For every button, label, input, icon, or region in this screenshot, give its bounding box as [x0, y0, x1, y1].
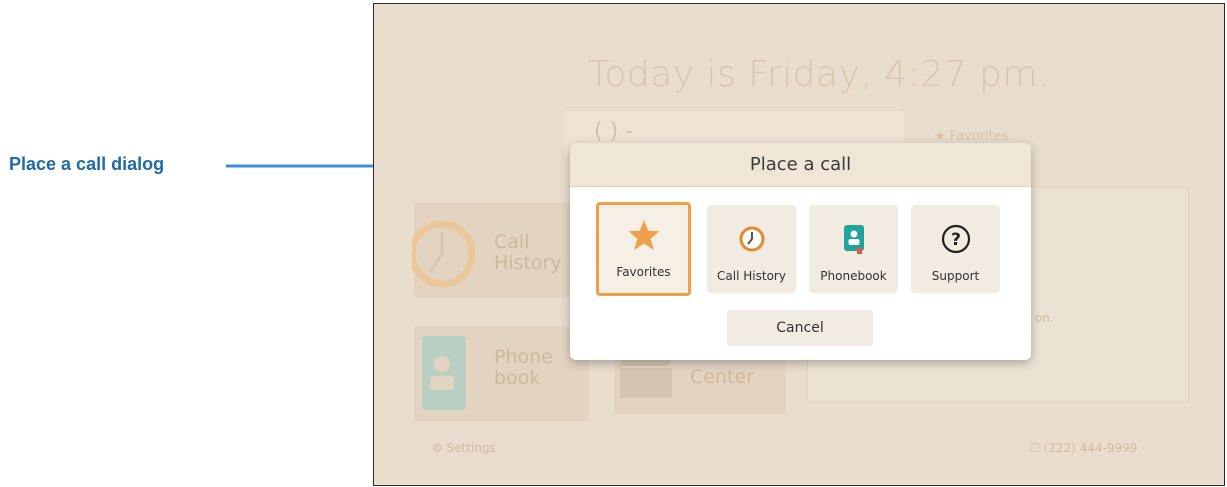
dialog-header: Place a call: [570, 143, 1031, 187]
film-icon: [620, 356, 672, 398]
annotation-label: Place a call dialog: [9, 154, 165, 174]
greeting-text: Today is Friday, 4:27 pm.: [588, 54, 1050, 95]
phonebook-bg-icon: [422, 336, 466, 410]
clock-icon: [412, 220, 476, 288]
call-history-tile-label: Call History: [494, 231, 562, 274]
phonebook-tile-label: Phone book: [494, 346, 553, 389]
favorites-label: Favorites: [616, 265, 671, 279]
favorites-button[interactable]: Favorites: [596, 202, 691, 296]
place-a-call-dialog: Place a call Favorites Call History Phon…: [570, 143, 1031, 360]
phone-number-text: (222) 444-9999: [1043, 441, 1138, 455]
device-screen: Today is Friday, 4:27 pm. ( ) - ★ Favori…: [373, 3, 1225, 486]
svg-text:?: ?: [951, 230, 961, 250]
favorites-link: ★ Favorites: [934, 129, 1009, 144]
support-label: Support: [931, 269, 980, 283]
clock-icon: [736, 223, 768, 255]
call-history-button[interactable]: Call History: [707, 205, 796, 293]
phone-number: ☐ (222) 444-9999: [1029, 441, 1138, 455]
dialog-title: Place a call: [749, 154, 852, 175]
phonebook-button[interactable]: Phonebook: [809, 205, 898, 293]
center-tile-label: Center: [690, 366, 754, 388]
star-icon: [627, 219, 660, 251]
question-icon: ?: [940, 223, 972, 255]
cancel-button[interactable]: Cancel: [727, 310, 873, 346]
dialog-options: Favorites Call History Phonebook ? Suppo…: [596, 202, 1000, 296]
phonebook-icon: [838, 223, 870, 255]
settings-link: ⚙ Settings: [432, 441, 496, 455]
settings-label: Settings: [446, 441, 496, 455]
phonebook-label: Phonebook: [820, 269, 887, 283]
call-history-label: Call History: [717, 269, 786, 283]
support-button[interactable]: ? Support: [911, 205, 1000, 293]
